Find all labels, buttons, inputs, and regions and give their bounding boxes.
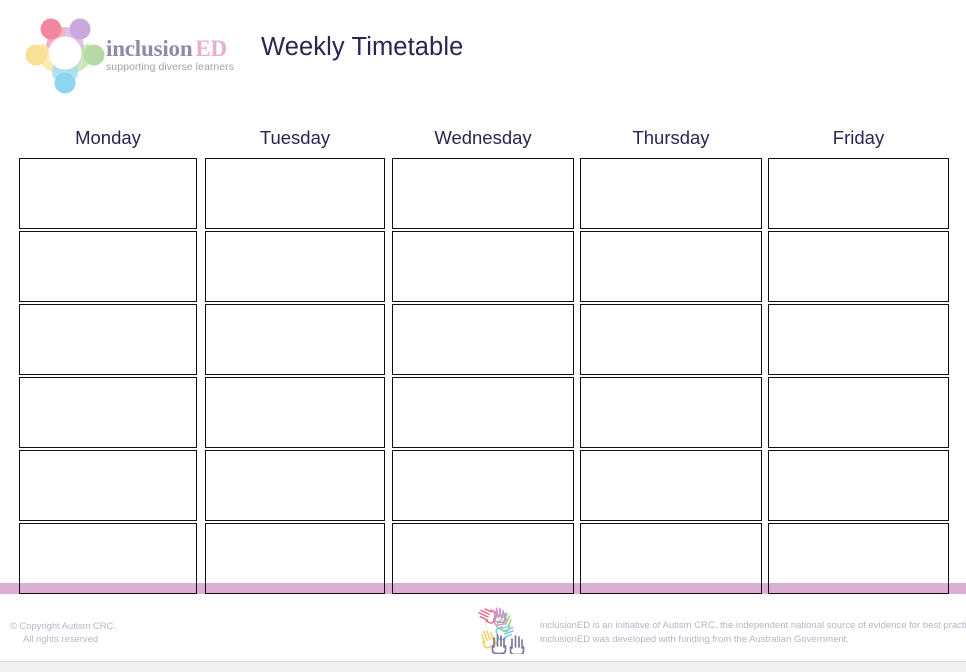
timetable-cell[interactable] bbox=[19, 231, 197, 302]
timetable-cell[interactable] bbox=[768, 377, 949, 448]
window-bottom-edge bbox=[0, 661, 966, 672]
timetable-cell[interactable] bbox=[392, 231, 574, 302]
footer-note-line-1: inclusionED is an initiative of Autism C… bbox=[540, 620, 966, 631]
timetable-cell[interactable] bbox=[205, 158, 385, 229]
timetable-cell[interactable] bbox=[580, 158, 762, 229]
timetable-cell[interactable] bbox=[768, 450, 949, 521]
timetable-page: inclusion ED supporting diverse learners … bbox=[0, 0, 966, 672]
footer-note-line-2: inclusionED was developed with funding f… bbox=[540, 633, 849, 645]
timetable-grid bbox=[0, 0, 966, 600]
footer-copyright: © Copyright Autism CRC. All rights reser… bbox=[10, 619, 116, 645]
timetable-cell[interactable] bbox=[205, 523, 385, 594]
timetable-cell[interactable] bbox=[205, 304, 385, 375]
timetable-cell[interactable] bbox=[19, 377, 197, 448]
timetable-cell[interactable] bbox=[768, 158, 949, 229]
copyright-line-2: All rights reserved bbox=[23, 633, 99, 644]
timetable-cell[interactable] bbox=[205, 377, 385, 448]
timetable-cell[interactable] bbox=[19, 158, 197, 229]
timetable-cell[interactable] bbox=[392, 450, 574, 521]
timetable-cell[interactable] bbox=[19, 450, 197, 521]
timetable-cell[interactable] bbox=[580, 377, 762, 448]
timetable-cell[interactable] bbox=[205, 231, 385, 302]
timetable-cell[interactable] bbox=[19, 523, 197, 594]
timetable-cell[interactable] bbox=[205, 450, 385, 521]
timetable-cell[interactable] bbox=[768, 304, 949, 375]
colored-hands-star-icon bbox=[470, 604, 532, 656]
timetable-cell[interactable] bbox=[768, 231, 949, 302]
timetable-cell[interactable] bbox=[392, 523, 574, 594]
timetable-cell[interactable] bbox=[580, 450, 762, 521]
timetable-cell[interactable] bbox=[392, 377, 574, 448]
timetable-cell[interactable] bbox=[580, 523, 762, 594]
footer-note: inclusionED is an initiative of Autism C… bbox=[540, 619, 966, 646]
timetable-cell[interactable] bbox=[580, 304, 762, 375]
copyright-line-1: © Copyright Autism CRC. bbox=[10, 620, 116, 631]
timetable-cell[interactable] bbox=[392, 158, 574, 229]
timetable-cell[interactable] bbox=[580, 231, 762, 302]
timetable-cell[interactable] bbox=[768, 523, 949, 594]
timetable-cell[interactable] bbox=[19, 304, 197, 375]
timetable-cell[interactable] bbox=[392, 304, 574, 375]
